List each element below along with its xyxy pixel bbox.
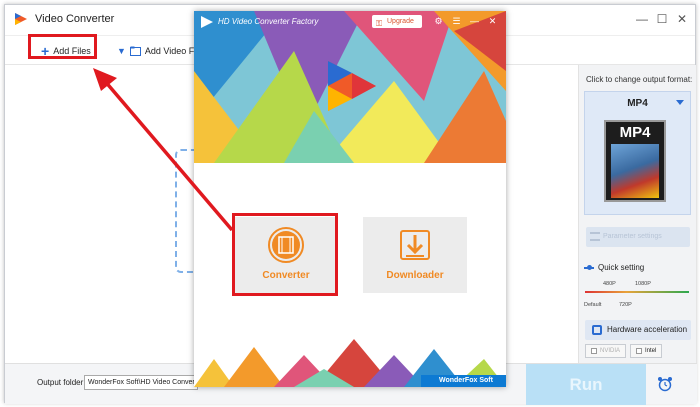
quick-setting-header: Quick setting [584,263,644,272]
product-logo-icon [328,61,376,111]
parameter-settings-label: Parameter settings [603,233,662,240]
tick-720p: 720P [619,302,632,308]
chevron-down-icon: ▼ [117,46,126,56]
front-titlebar: HD Video Converter Factory ⚿ Upgrade ⚙ ☰… [194,11,506,33]
output-settings-panel: Click to change output format: MP4 MP4 P… [578,65,696,363]
hardware-acceleration-toggle[interactable]: Hardware acceleration [585,320,691,340]
minimize-button[interactable]: — [633,11,651,27]
format-thumbnail-label: MP4 [619,124,651,141]
parameter-settings-button[interactable]: Parameter settings [586,227,690,247]
video-converter-logo-icon [15,13,27,25]
output-format-name: MP4 [627,98,648,109]
intel-label: Intel [645,348,657,354]
key-icon: ⚿ [376,19,383,28]
download-icon [400,230,430,260]
alarm-clock-icon[interactable] [657,376,673,392]
upgrade-button[interactable]: ⚿ Upgrade [372,15,422,28]
balloon-image [611,144,659,198]
nvidia-label: NVIDIA [600,348,621,354]
close-button[interactable]: ✕ [486,15,499,28]
downloader-label: Downloader [386,270,444,281]
checkbox[interactable] [636,348,643,354]
output-format-hint: Click to change output format: [586,75,693,84]
settings-gear-icon[interactable]: ⚙ [432,15,445,28]
add-video-folder-label: Add Video Fol [144,46,202,56]
screenshot-frame: Video Converter — ☐ ✕ + Add Files ▼ Add … [0,0,700,407]
output-folder-label: Output folder: [37,378,86,387]
folder-icon [129,46,141,56]
tick-1080p: 1080P [635,281,651,287]
slider-icon [584,264,594,270]
intel-option[interactable]: Intel [630,344,663,358]
output-format-selector[interactable]: MP4 MP4 [584,91,691,215]
tick-480p: 480P [603,281,616,287]
wonderfox-brand-badge: WonderFox Soft [421,375,506,387]
mp4-format-thumbnail: MP4 [604,120,666,202]
add-video-folder-button[interactable]: ▼ Add Video Fol [117,43,201,59]
close-button[interactable]: ✕ [673,11,691,27]
chevron-down-icon [676,100,684,105]
quality-slider[interactable] [585,291,689,293]
tick-default: Default [584,302,602,308]
upgrade-label: Upgrade [387,18,414,25]
hd-video-converter-logo-icon [201,16,213,28]
maximize-button[interactable]: ☐ [653,11,671,27]
front-window-title: HD Video Converter Factory [218,17,319,26]
settings-sliders-icon [590,232,600,241]
output-folder-field[interactable]: WonderFox Soft\HD Video Converter F [84,375,198,390]
run-button[interactable]: Run [526,364,646,405]
chip-icon [592,325,602,335]
add-files-highlight [28,34,97,59]
converter-highlight [232,213,338,296]
checkbox[interactable] [591,348,597,354]
gpu-options: NVIDIA Intel [585,344,663,358]
hd-video-converter-factory-window: HD Video Converter Factory ⚿ Upgrade ⚙ ☰… [194,11,506,387]
menu-icon[interactable]: ☰ [450,15,463,28]
quick-setting-label: Quick setting [598,263,645,272]
minimize-button[interactable]: — [468,15,481,28]
hardware-acceleration-label: Hardware acceleration [607,325,688,334]
downloader-button[interactable]: Downloader [363,217,467,293]
window-title: Video Converter [35,13,115,25]
nvidia-option[interactable]: NVIDIA [585,344,627,358]
